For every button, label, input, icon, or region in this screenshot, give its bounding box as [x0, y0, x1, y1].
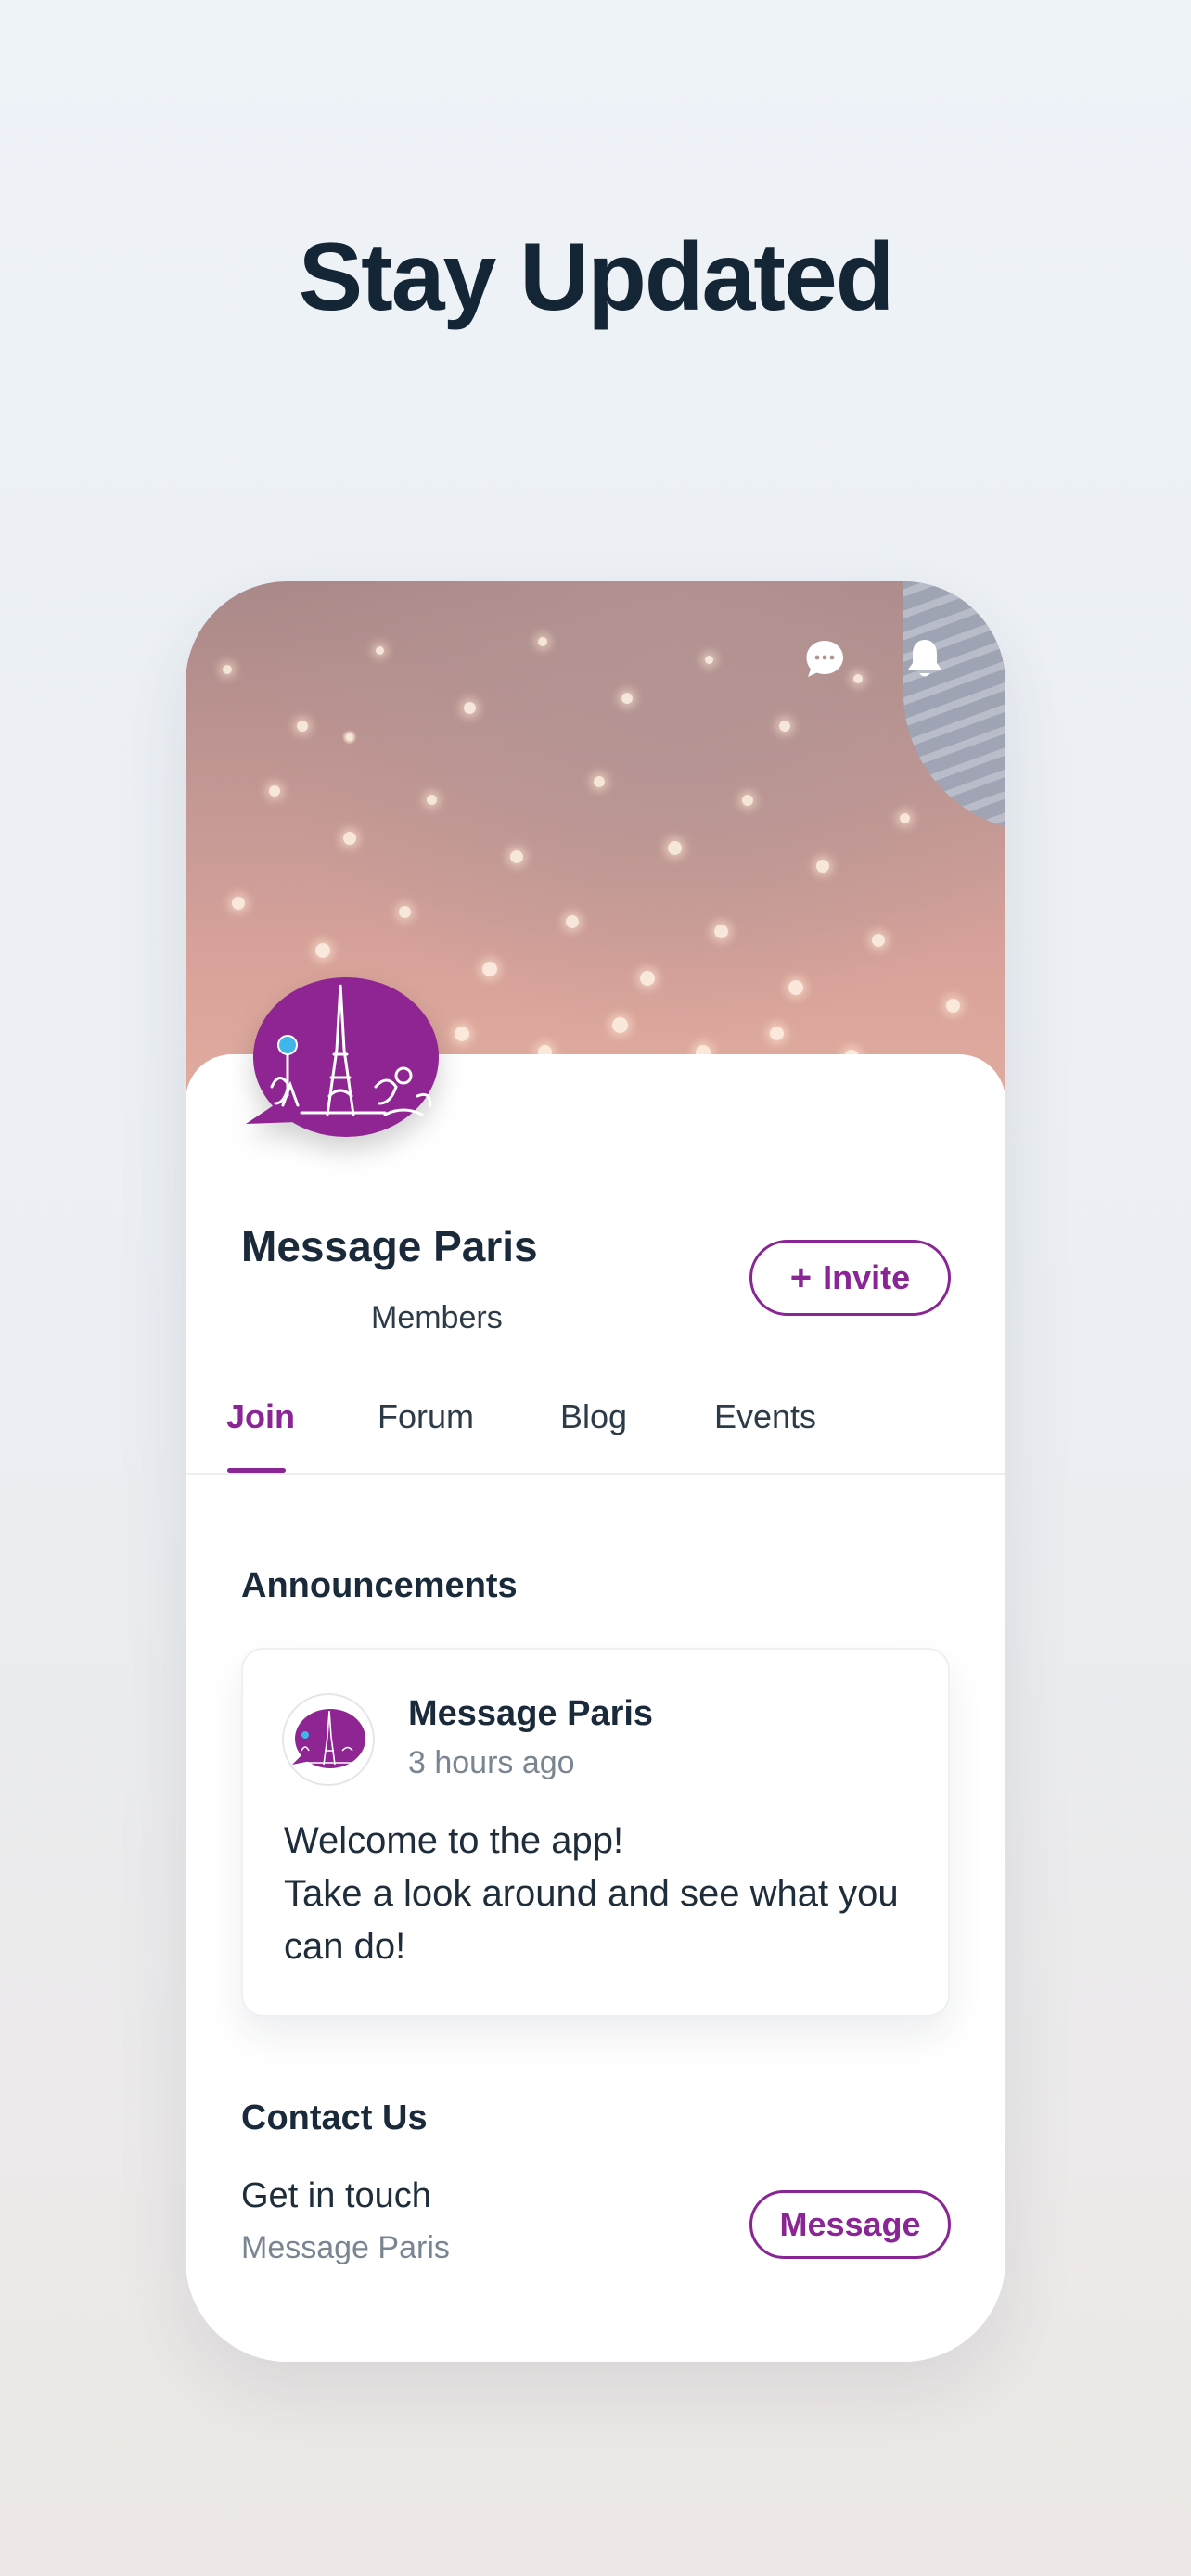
- chat-icon[interactable]: [802, 637, 847, 682]
- plus-icon: +: [789, 1256, 813, 1298]
- contact-title: Contact Us: [241, 2098, 428, 2137]
- tab-events[interactable]: Events: [714, 1397, 816, 1436]
- phone-mockup: Message Paris Members + Invite Join Foru…: [186, 581, 1005, 2362]
- contact-heading: Get in touch: [241, 2176, 431, 2215]
- tab-forum[interactable]: Forum: [378, 1397, 474, 1436]
- group-tabs: Join Forum Blog Events: [186, 1388, 1005, 1475]
- group-name: Message Paris: [241, 1222, 538, 1270]
- tab-blog[interactable]: Blog: [560, 1397, 627, 1436]
- post-body-line: Take a look around and see what you can …: [284, 1873, 899, 1967]
- post-body: Welcome to the app! Take a look around a…: [284, 1815, 924, 1973]
- contact-subtext: Message Paris: [241, 2230, 450, 2265]
- bell-icon[interactable]: [903, 637, 947, 682]
- message-button[interactable]: Message: [749, 2190, 951, 2259]
- post-body-line: Welcome to the app!: [284, 1820, 624, 1861]
- invite-button[interactable]: + Invite: [749, 1240, 951, 1316]
- active-tab-indicator: [227, 1468, 286, 1473]
- post-timestamp: 3 hours ago: [408, 1745, 575, 1780]
- page-headline: Stay Updated: [298, 223, 895, 331]
- announcement-card[interactable]: Message Paris 3 hours ago Welcome to the…: [241, 1648, 950, 2017]
- cover-lamp-decoration: [903, 581, 1005, 832]
- avatar: [282, 1693, 375, 1786]
- members-link[interactable]: Members: [371, 1300, 503, 1336]
- group-logo: [246, 976, 441, 1152]
- tab-join[interactable]: Join: [226, 1397, 295, 1436]
- post-author: Message Paris: [408, 1694, 654, 1733]
- invite-button-label: Invite: [823, 1258, 911, 1296]
- announcements-title: Announcements: [241, 1566, 518, 1605]
